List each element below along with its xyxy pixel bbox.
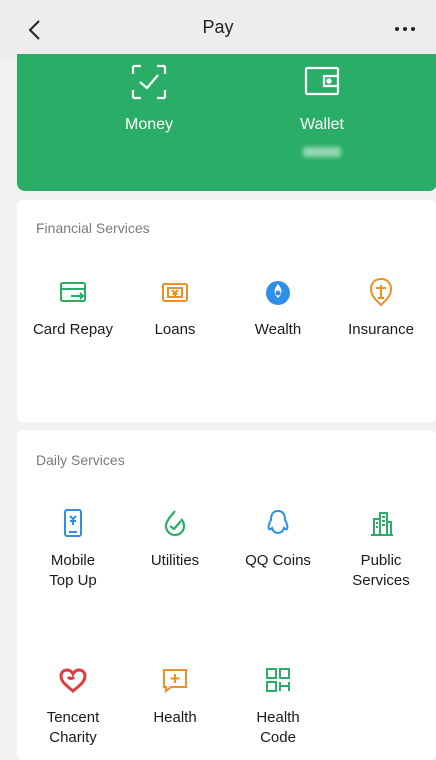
section-heading: Financial Services [36,220,150,236]
wealth-icon [266,281,290,305]
public-services-icon [371,512,393,536]
page-title: Pay [202,17,234,37]
service-mobile-top-up[interactable]: Mobile Top Up [23,507,123,591]
service-label: QQ Coins [245,552,311,569]
utilities-icon [164,510,186,537]
wallet-label: Wallet [300,116,344,133]
scan-check-icon [131,64,167,100]
wallet-balance-blurred [303,147,341,157]
service-label: Health Code [256,709,300,746]
service-health-code[interactable]: Health Code [228,664,328,748]
qq-coins-icon [267,509,289,535]
service-label: Public Services [352,552,410,589]
mobile-top-up-icon [64,509,82,537]
service-health[interactable]: Health [125,664,225,728]
daily-services-card: Daily Services Mobile Top Up Utilities Q… [17,430,436,760]
wallet-tile[interactable]: Wallet [242,54,402,191]
navigation-bar: Pay [0,0,436,60]
insurance-icon [369,277,393,307]
money-label: Money [124,116,174,133]
service-label: Tencent Charity [46,709,100,746]
more-dots-icon[interactable] [388,14,422,44]
service-public-services[interactable]: Public Services [331,507,431,591]
service-insurance[interactable]: Insurance [331,276,431,340]
wallet-icon [304,66,340,96]
card-repay-icon [60,282,86,302]
service-wealth[interactable]: Wealth [228,276,328,340]
health-code-icon [266,668,290,692]
tencent-charity-icon [59,668,87,693]
loans-icon [162,283,188,302]
section-heading: Daily Services [36,452,125,468]
money-tile[interactable]: Money [69,54,229,191]
service-label: Card Repay [32,321,114,338]
service-tencent-charity[interactable]: Tencent Charity [23,664,123,748]
service-label: Loans [154,321,196,338]
service-label: Insurance [348,321,414,338]
service-qq-coins[interactable]: QQ Coins [228,507,328,571]
service-loans[interactable]: Loans [125,276,225,340]
health-icon [163,669,187,694]
service-card-repay[interactable]: Card Repay [23,276,123,340]
service-label: Wealth [254,321,302,338]
pay-banner: Money Wallet [17,54,436,191]
service-label: Utilities [150,552,200,569]
service-utilities[interactable]: Utilities [125,507,225,571]
service-label: Mobile Top Up [49,552,97,589]
financial-services-card: Financial Services Card Repay Loans Weal… [17,200,436,422]
service-label: Health [153,709,197,726]
